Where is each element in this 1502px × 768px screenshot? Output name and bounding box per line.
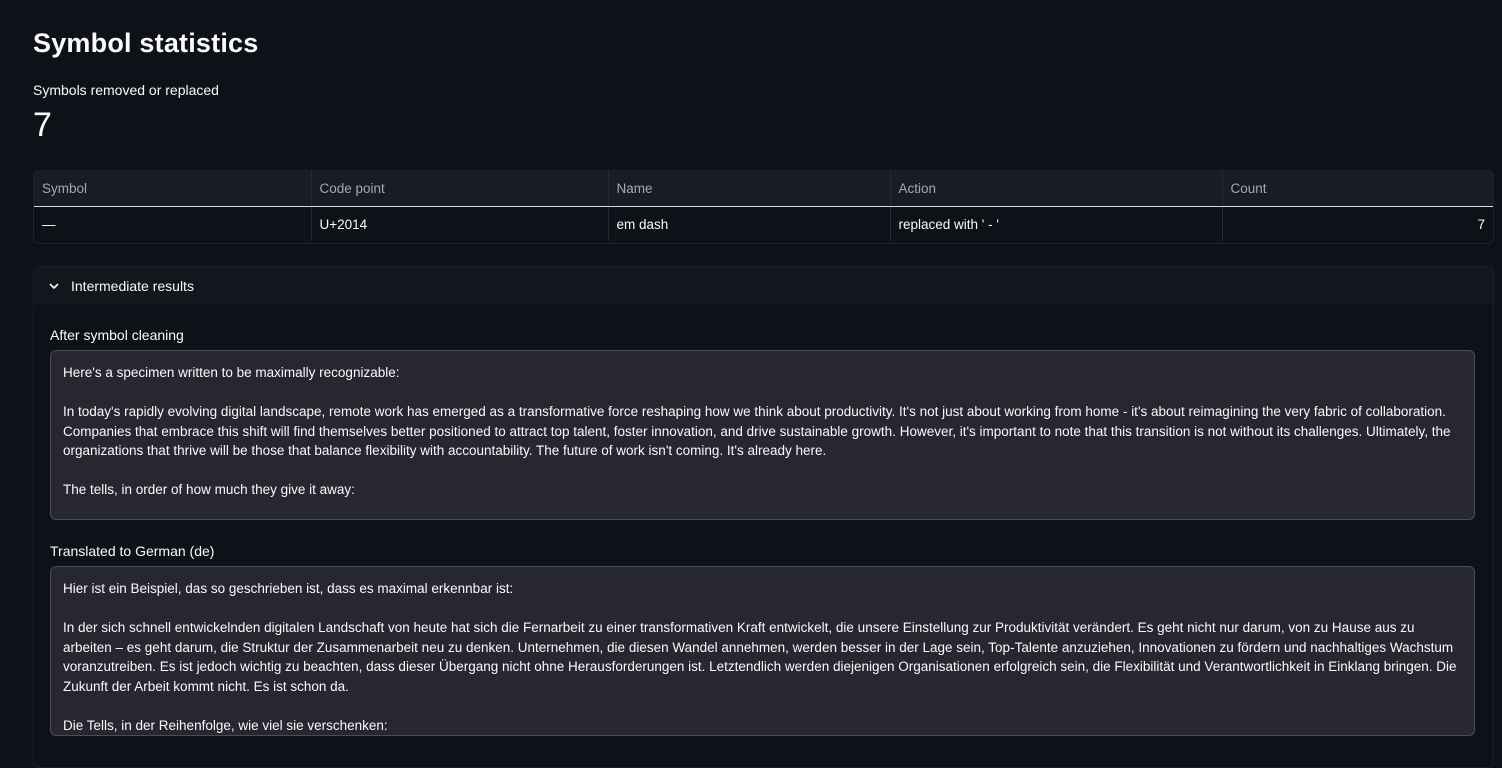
cell-symbol[interactable]: — (34, 206, 312, 241)
column-header-action[interactable]: Action (890, 171, 1223, 207)
intermediate-results-expander: Intermediate results After symbol cleani… (33, 266, 1494, 768)
column-header-symbol[interactable]: Symbol (34, 171, 312, 207)
column-header-name[interactable]: Name (608, 171, 891, 207)
expander-header[interactable]: Intermediate results (34, 267, 1493, 305)
expander-label: Intermediate results (71, 278, 194, 294)
table-row: — U+2014 em dash replaced with ' - ' 7 (34, 206, 1493, 242)
symbol-table[interactable]: Symbol Code point Name Action Count — U+… (33, 170, 1494, 244)
column-header-code-point[interactable]: Code point (311, 171, 609, 207)
cell-name[interactable]: em dash (608, 206, 891, 241)
translated-textarea[interactable]: Hier ist ein Beispiel, das so geschriebe… (50, 566, 1475, 736)
cell-code-point[interactable]: U+2014 (311, 206, 609, 241)
cell-action[interactable]: replaced with ' - ' (890, 206, 1223, 241)
after-cleaning-textarea[interactable]: Here's a specimen written to be maximall… (50, 350, 1475, 520)
chevron-down-icon (46, 278, 62, 294)
metric-value: 7 (33, 106, 52, 144)
cell-count[interactable]: 7 (1222, 207, 1493, 242)
column-header-count[interactable]: Count (1222, 171, 1493, 207)
page: Symbol statistics Symbols removed or rep… (0, 0, 1502, 768)
metric-label: Symbols removed or replaced (33, 82, 219, 98)
translated-label: Translated to German (de) (50, 543, 215, 559)
after-cleaning-label: After symbol cleaning (50, 327, 184, 343)
page-title: Symbol statistics (33, 28, 259, 58)
table-header-row: Symbol Code point Name Action Count (34, 171, 1493, 207)
